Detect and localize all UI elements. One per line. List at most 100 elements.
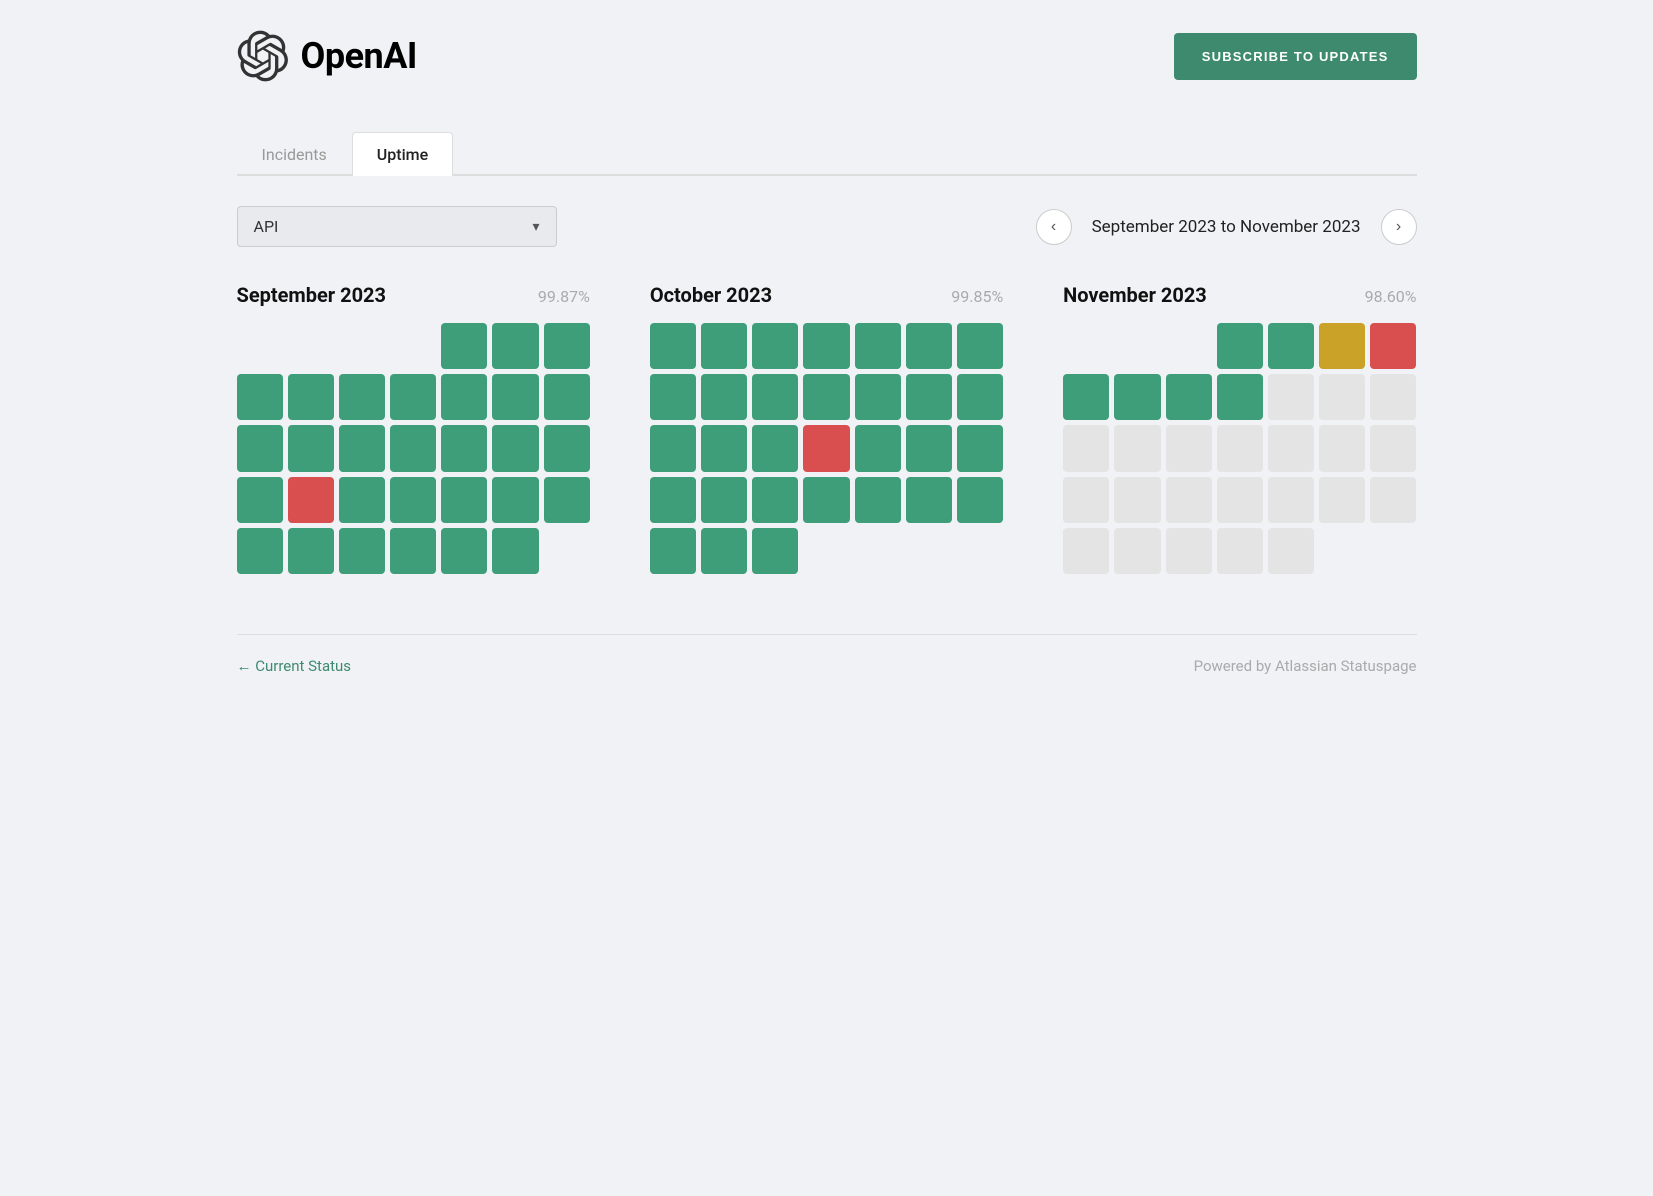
day-cell[interactable] bbox=[1319, 323, 1365, 369]
day-cell[interactable] bbox=[650, 477, 696, 523]
day-cell[interactable] bbox=[544, 477, 590, 523]
day-cell[interactable] bbox=[1166, 528, 1212, 574]
day-cell[interactable] bbox=[957, 374, 1003, 420]
day-cell[interactable] bbox=[957, 425, 1003, 471]
day-cell[interactable] bbox=[1166, 477, 1212, 523]
day-cell[interactable] bbox=[1063, 425, 1109, 471]
day-cell[interactable] bbox=[1063, 374, 1109, 420]
day-cell[interactable] bbox=[390, 528, 436, 574]
day-cell[interactable] bbox=[906, 374, 952, 420]
day-cell[interactable] bbox=[339, 477, 385, 523]
day-cell[interactable] bbox=[752, 374, 798, 420]
calendar-oct2023: October 2023 99.85% bbox=[650, 283, 1003, 574]
day-cell[interactable] bbox=[492, 323, 538, 369]
day-cell[interactable] bbox=[855, 477, 901, 523]
day-cell[interactable] bbox=[1063, 528, 1109, 574]
service-select[interactable]: API ▾ bbox=[237, 206, 557, 247]
day-cell[interactable] bbox=[1114, 425, 1160, 471]
day-cell[interactable] bbox=[701, 477, 747, 523]
subscribe-button[interactable]: SUBSCRIBE TO UPDATES bbox=[1174, 33, 1417, 80]
day-cell[interactable] bbox=[1217, 323, 1263, 369]
day-cell[interactable] bbox=[441, 323, 487, 369]
day-cell[interactable] bbox=[492, 528, 538, 574]
day-cell[interactable] bbox=[855, 323, 901, 369]
day-cell[interactable] bbox=[1370, 323, 1416, 369]
day-cell[interactable] bbox=[492, 374, 538, 420]
day-cell[interactable] bbox=[339, 374, 385, 420]
day-cell[interactable] bbox=[1166, 374, 1212, 420]
day-cell[interactable] bbox=[752, 323, 798, 369]
day-cell[interactable] bbox=[906, 425, 952, 471]
day-cell[interactable] bbox=[752, 477, 798, 523]
day-cell[interactable] bbox=[288, 374, 334, 420]
day-cell[interactable] bbox=[237, 528, 283, 574]
day-cell[interactable] bbox=[1319, 425, 1365, 471]
day-cell[interactable] bbox=[1268, 425, 1314, 471]
day-cell[interactable] bbox=[803, 477, 849, 523]
day-cell[interactable] bbox=[752, 528, 798, 574]
day-cell[interactable] bbox=[441, 477, 487, 523]
day-cell[interactable] bbox=[906, 477, 952, 523]
day-cell[interactable] bbox=[441, 425, 487, 471]
day-cell[interactable] bbox=[906, 323, 952, 369]
day-cell[interactable] bbox=[701, 425, 747, 471]
day-cell[interactable] bbox=[701, 528, 747, 574]
day-cell[interactable] bbox=[803, 425, 849, 471]
day-cell[interactable] bbox=[1370, 425, 1416, 471]
day-cell[interactable] bbox=[390, 477, 436, 523]
day-cell[interactable] bbox=[650, 374, 696, 420]
day-cell[interactable] bbox=[1370, 477, 1416, 523]
tab-incidents[interactable]: Incidents bbox=[237, 132, 352, 176]
day-cell[interactable] bbox=[1268, 528, 1314, 574]
current-status-link[interactable]: ← Current Status bbox=[237, 657, 352, 675]
day-cell[interactable] bbox=[544, 323, 590, 369]
day-cell[interactable] bbox=[803, 323, 849, 369]
day-cell[interactable] bbox=[441, 374, 487, 420]
day-cell[interactable] bbox=[650, 425, 696, 471]
day-cell[interactable] bbox=[957, 477, 1003, 523]
day-cell[interactable] bbox=[1217, 425, 1263, 471]
day-cell[interactable] bbox=[1268, 323, 1314, 369]
day-cell[interactable] bbox=[701, 374, 747, 420]
day-cell[interactable] bbox=[855, 374, 901, 420]
day-cell[interactable] bbox=[701, 323, 747, 369]
day-cell[interactable] bbox=[1063, 477, 1109, 523]
day-cell[interactable] bbox=[1217, 477, 1263, 523]
day-cell[interactable] bbox=[237, 425, 283, 471]
day-cell[interactable] bbox=[390, 425, 436, 471]
day-cell[interactable] bbox=[1268, 374, 1314, 420]
next-button[interactable]: › bbox=[1381, 209, 1417, 245]
day-cell[interactable] bbox=[544, 374, 590, 420]
day-cell[interactable] bbox=[1217, 528, 1263, 574]
day-cell[interactable] bbox=[441, 528, 487, 574]
day-cell[interactable] bbox=[1319, 374, 1365, 420]
day-cell[interactable] bbox=[288, 477, 334, 523]
day-cell[interactable] bbox=[390, 374, 436, 420]
day-cell[interactable] bbox=[1370, 374, 1416, 420]
day-cell[interactable] bbox=[1114, 374, 1160, 420]
day-cell[interactable] bbox=[339, 528, 385, 574]
day-cell[interactable] bbox=[1166, 425, 1212, 471]
day-cell[interactable] bbox=[544, 425, 590, 471]
day-cell[interactable] bbox=[1268, 477, 1314, 523]
day-cell[interactable] bbox=[752, 425, 798, 471]
day-cell[interactable] bbox=[492, 425, 538, 471]
day-blank bbox=[1319, 528, 1365, 574]
day-cell[interactable] bbox=[1217, 374, 1263, 420]
tab-uptime[interactable]: Uptime bbox=[352, 132, 453, 176]
day-cell[interactable] bbox=[1114, 477, 1160, 523]
day-cell[interactable] bbox=[855, 425, 901, 471]
day-cell[interactable] bbox=[650, 323, 696, 369]
day-cell[interactable] bbox=[237, 374, 283, 420]
day-cell[interactable] bbox=[237, 477, 283, 523]
day-cell[interactable] bbox=[1319, 477, 1365, 523]
day-cell[interactable] bbox=[1114, 528, 1160, 574]
day-cell[interactable] bbox=[492, 477, 538, 523]
day-cell[interactable] bbox=[288, 528, 334, 574]
day-cell[interactable] bbox=[339, 425, 385, 471]
day-cell[interactable] bbox=[803, 374, 849, 420]
prev-button[interactable]: ‹ bbox=[1036, 209, 1072, 245]
day-cell[interactable] bbox=[288, 425, 334, 471]
day-cell[interactable] bbox=[957, 323, 1003, 369]
day-cell[interactable] bbox=[650, 528, 696, 574]
